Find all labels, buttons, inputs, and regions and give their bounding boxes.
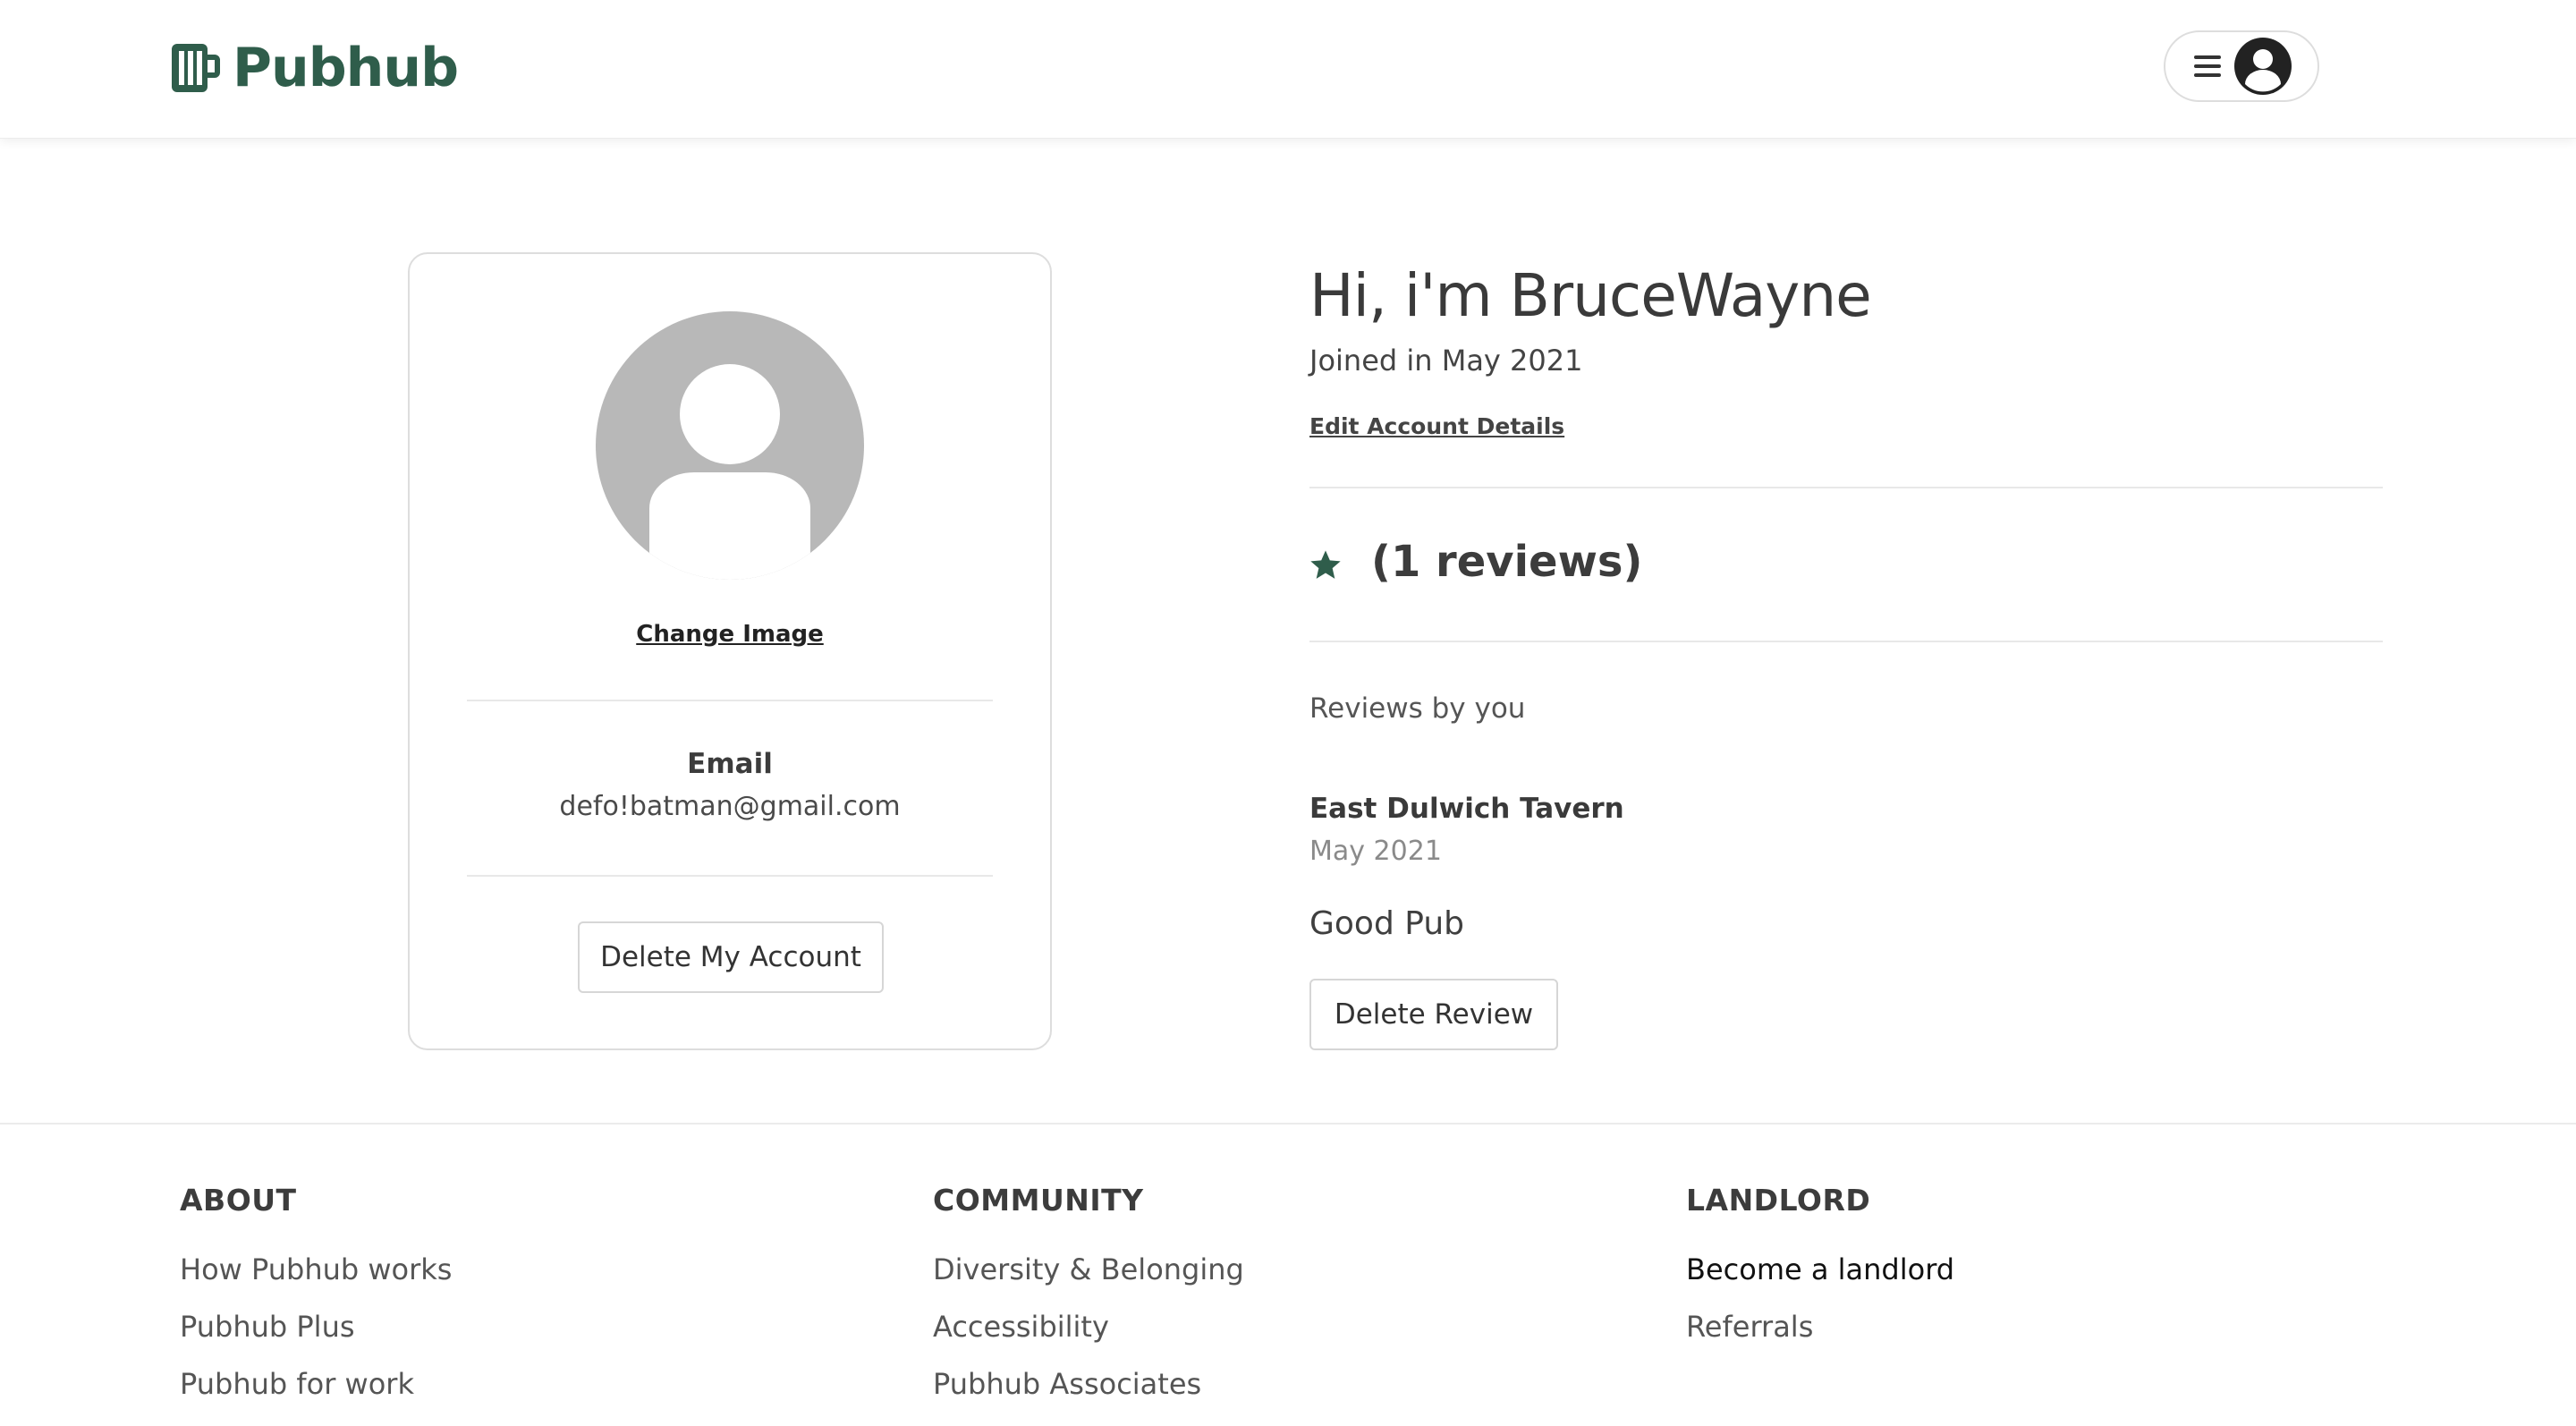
edit-account-link[interactable]: Edit Account Details (1309, 413, 1564, 439)
default-avatar-icon[interactable] (596, 311, 864, 580)
footer-heading: LANDLORD (1686, 1183, 1871, 1218)
footer-column-landlord: LANDLORD Become a landlord Referrals (1686, 1183, 1954, 1366)
hamburger-menu-icon (2194, 55, 2221, 81)
email-label: Email (687, 748, 773, 780)
footer-link[interactable]: Referrals (1686, 1309, 1954, 1366)
beer-mug-logo-icon (172, 44, 220, 92)
footer-heading: ABOUT (180, 1183, 297, 1218)
footer-column-community: COMMUNITY Diversity & Belonging Accessib… (933, 1183, 1244, 1423)
change-image-link[interactable]: Change Image (410, 621, 1050, 648)
footer-link[interactable]: Pubhub Associates (933, 1366, 1244, 1423)
footer-link[interactable]: How Pubhub works (180, 1252, 452, 1309)
review-pub-name[interactable]: East Dulwich Tavern (1309, 793, 1624, 825)
divider (467, 700, 993, 701)
reviews-count: (1 reviews) (1371, 537, 1643, 587)
delete-account-button[interactable]: Delete My Account (578, 921, 884, 993)
delete-review-button[interactable]: Delete Review (1309, 979, 1558, 1050)
footer-link[interactable]: Become a landlord (1686, 1252, 1954, 1309)
footer-link[interactable]: Accessibility (933, 1309, 1244, 1366)
divider (1309, 487, 2383, 488)
user-avatar-icon (2234, 38, 2292, 95)
footer-divider (0, 1123, 2576, 1125)
divider (467, 875, 993, 877)
reviews-heading: Reviews by you (1309, 692, 1526, 725)
brand-logo[interactable]: Pubhub (170, 37, 459, 99)
divider (1309, 641, 2383, 642)
footer-link[interactable]: Pubhub for work (180, 1366, 452, 1423)
footer-link[interactable]: Pubhub Plus (180, 1309, 452, 1366)
profile-card: Change Image Email defo!batman@gmail.com… (408, 252, 1052, 1050)
joined-date: Joined in May 2021 (1309, 344, 1583, 378)
review-text: Good Pub (1309, 905, 1464, 942)
footer-heading: COMMUNITY (933, 1183, 1144, 1218)
star-icon (1310, 550, 1341, 579)
user-menu-button[interactable] (2164, 30, 2319, 102)
email-value: defo!batman@gmail.com (559, 791, 901, 822)
footer-column-about: ABOUT How Pubhub works Pubhub Plus Pubhu… (180, 1183, 452, 1423)
page-title: Hi, i'm BruceWayne (1309, 261, 1872, 330)
review-date: May 2021 (1309, 836, 1442, 867)
brand-name: Pubhub (233, 37, 459, 99)
footer-link[interactable]: Diversity & Belonging (933, 1252, 1244, 1309)
top-nav: Pubhub (0, 0, 2576, 139)
